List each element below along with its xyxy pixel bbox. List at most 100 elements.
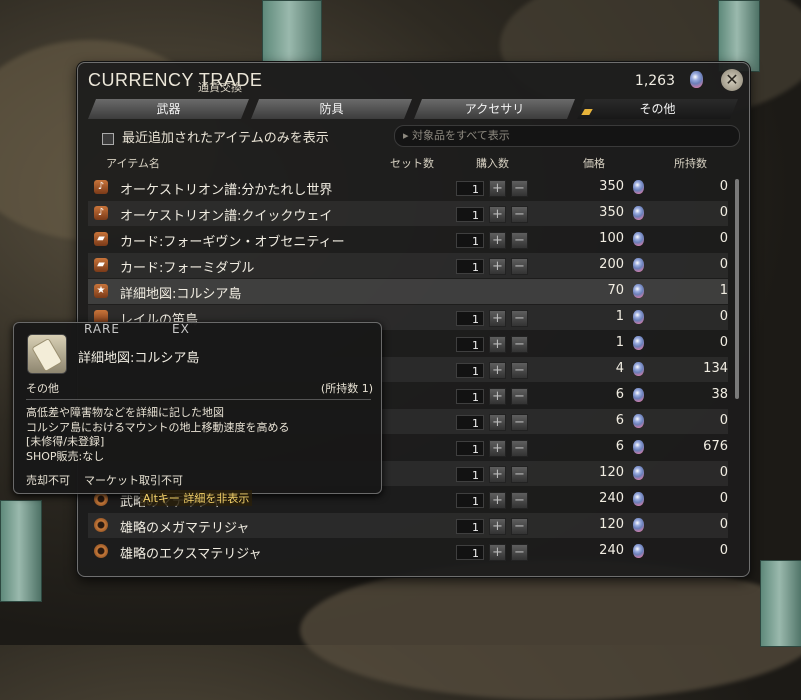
background-pillar xyxy=(262,0,322,64)
quantity-field[interactable]: 1 xyxy=(456,233,484,248)
gem-icon xyxy=(633,232,644,246)
minus-button[interactable]: − xyxy=(511,440,528,457)
item-owned: 0 xyxy=(719,413,728,428)
gem-icon xyxy=(633,284,644,298)
minus-button[interactable]: − xyxy=(511,492,528,509)
quantity-field[interactable]: 1 xyxy=(456,363,484,378)
table-row[interactable]: ♪ オーケストリオン譜:クイックウェイ 1 + − 350 0 xyxy=(88,201,728,226)
plus-button[interactable]: + xyxy=(489,362,506,379)
item-name: 詳細地図:コルシア島 xyxy=(120,287,242,302)
gem-icon xyxy=(633,206,644,220)
item-price: 120 xyxy=(599,465,624,480)
column-header-set: セット数 xyxy=(390,157,434,170)
minus-button[interactable]: − xyxy=(511,180,528,197)
item-owned: 134 xyxy=(703,361,728,376)
materia-icon xyxy=(94,492,108,506)
recent-filter[interactable]: 最近追加されたアイテムのみを表示 xyxy=(102,127,329,146)
minus-button[interactable]: − xyxy=(511,206,528,223)
plus-button[interactable]: + xyxy=(489,492,506,509)
minus-button[interactable]: − xyxy=(511,362,528,379)
tooltip-item-name: 詳細地図:コルシア島 xyxy=(78,351,200,366)
minus-button[interactable]: − xyxy=(511,544,528,561)
item-price: 1 xyxy=(615,309,624,324)
tab-weapons[interactable]: 武器 xyxy=(88,99,249,119)
item-owned: 0 xyxy=(719,231,728,246)
quantity-field[interactable]: 1 xyxy=(456,181,484,196)
background-ground xyxy=(300,560,801,700)
minus-button[interactable]: − xyxy=(511,258,528,275)
column-header-name: アイテム名 xyxy=(106,157,160,170)
list-scrollbar[interactable] xyxy=(735,179,739,399)
recent-filter-label: 最近追加されたアイテムのみを表示 xyxy=(122,131,329,146)
plus-button[interactable]: + xyxy=(489,310,506,327)
gem-icon xyxy=(633,492,644,506)
plus-button[interactable]: + xyxy=(489,518,506,535)
minus-button[interactable]: − xyxy=(511,388,528,405)
quantity-field[interactable]: 1 xyxy=(456,441,484,456)
item-price: 4 xyxy=(615,361,624,376)
tooltip-desc-line: SHOP販売:なし xyxy=(26,449,105,463)
quantity-field[interactable]: 1 xyxy=(456,545,484,560)
gem-icon xyxy=(633,518,644,532)
plus-button[interactable]: + xyxy=(489,544,506,561)
quantity-field[interactable]: 1 xyxy=(456,311,484,326)
item-owned: 0 xyxy=(719,257,728,272)
table-row[interactable]: ▰ カード:フォーギヴン・オブセニティー 1 + − 100 0 xyxy=(88,227,728,252)
recent-filter-checkbox[interactable] xyxy=(102,132,114,145)
plus-button[interactable]: + xyxy=(489,414,506,431)
item-filter-dropdown[interactable]: ▸ 対象品をすべて表示 xyxy=(394,125,740,147)
minus-button[interactable]: − xyxy=(511,414,528,431)
plus-button[interactable]: + xyxy=(489,388,506,405)
plus-button[interactable]: + xyxy=(489,206,506,223)
tooltip-category: その他 xyxy=(26,382,59,395)
item-owned: 676 xyxy=(703,439,728,454)
plus-button[interactable]: + xyxy=(489,232,506,249)
quantity-field[interactable]: 1 xyxy=(456,467,484,482)
map-scroll-icon xyxy=(27,334,67,374)
item-name: カード:フォーギヴン・オブセニティー xyxy=(120,235,345,250)
plus-button[interactable]: + xyxy=(489,336,506,353)
minus-button[interactable]: − xyxy=(511,232,528,249)
tab-other[interactable]: その他 xyxy=(577,99,738,119)
item-owned: 0 xyxy=(719,309,728,324)
alt-key-hint: Altキー 詳細を非表示 xyxy=(140,490,253,506)
plus-button[interactable]: + xyxy=(489,466,506,483)
tooltip-description: 高低差や障害物などを詳細に記した地図 コルシア島におけるマウントの地上移動速度を… xyxy=(26,406,290,464)
table-row[interactable]: 雄略のエクスマテリジャ 1 + − 240 0 xyxy=(88,539,728,564)
tab-armor[interactable]: 防具 xyxy=(251,99,412,119)
tooltip-footer: 売却不可 マーケット取引不可 xyxy=(26,472,197,488)
item-owned: 0 xyxy=(719,517,728,532)
gem-icon xyxy=(633,258,644,272)
quantity-field[interactable]: 1 xyxy=(456,493,484,508)
column-header-price: 価格 xyxy=(583,157,605,170)
minus-button[interactable]: − xyxy=(511,518,528,535)
window-subtitle: 通貨交換 xyxy=(198,81,242,94)
quantity-field[interactable]: 1 xyxy=(456,337,484,352)
quantity-field[interactable]: 1 xyxy=(456,207,484,222)
plus-button[interactable]: + xyxy=(489,440,506,457)
minus-button[interactable]: − xyxy=(511,336,528,353)
minus-button[interactable]: − xyxy=(511,466,528,483)
gem-icon xyxy=(633,544,644,558)
table-row[interactable]: 雄略のメガマテリジャ 1 + − 120 0 xyxy=(88,513,728,538)
table-row[interactable]: ♪ オーケストリオン譜:分かたれし世界 1 + − 350 0 xyxy=(88,175,728,200)
tooltip-desc-line: 高低差や障害物などを詳細に記した地図 xyxy=(26,406,224,419)
tooltip-owned-count: (所持数 1) xyxy=(320,382,373,395)
table-row[interactable]: ★ 詳細地図:コルシア島 70 1 xyxy=(88,279,728,304)
quantity-field[interactable]: 1 xyxy=(456,519,484,534)
item-name: オーケストリオン譜:クイックウェイ xyxy=(120,209,333,224)
minus-button[interactable]: − xyxy=(511,310,528,327)
table-row[interactable]: ▰ カード:フォーミダブル 1 + − 200 0 xyxy=(88,253,728,278)
item-price: 70 xyxy=(607,283,624,298)
plus-button[interactable]: + xyxy=(489,258,506,275)
close-icon[interactable]: ✕ xyxy=(721,69,743,91)
item-owned: 0 xyxy=(719,465,728,480)
item-owned: 38 xyxy=(711,387,728,402)
quantity-field[interactable]: 1 xyxy=(456,259,484,274)
tab-accessories[interactable]: アクセサリ xyxy=(414,99,575,119)
plus-button[interactable]: + xyxy=(489,180,506,197)
quantity-field[interactable]: 1 xyxy=(456,389,484,404)
item-price: 6 xyxy=(615,439,624,454)
quantity-field[interactable]: 1 xyxy=(456,415,484,430)
gem-icon xyxy=(633,440,644,454)
